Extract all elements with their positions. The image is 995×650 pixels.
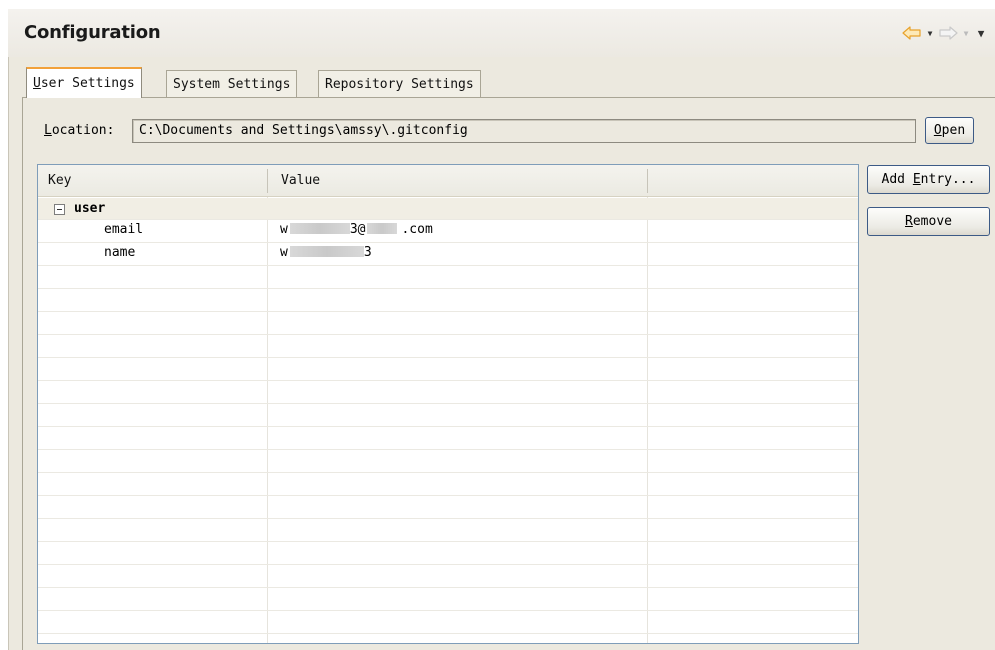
- location-field[interactable]: C:\Documents and Settings\amssy\.gitconf…: [132, 119, 916, 143]
- row-gridline: [38, 610, 858, 611]
- forward-dropdown-icon[interactable]: ▼: [961, 23, 971, 43]
- tab-system-settings[interactable]: System Settings: [166, 70, 298, 97]
- location-label: Location:: [44, 122, 114, 140]
- back-dropdown-icon[interactable]: ▼: [925, 23, 935, 43]
- table-row-group[interactable]: [38, 198, 858, 219]
- row-gridline: [38, 265, 858, 266]
- tab-repository-settings[interactable]: Repository Settings: [318, 70, 481, 97]
- group-key-user: user: [74, 201, 106, 216]
- row-gridline: [38, 242, 858, 243]
- entry-value-email[interactable]: w 3@ .com: [280, 220, 433, 240]
- collapse-icon[interactable]: [54, 204, 65, 215]
- remove-mnemonic: R: [905, 214, 913, 229]
- redacted-block: [289, 223, 350, 234]
- row-gridline: [38, 426, 858, 427]
- tab-label: ser Settings: [40, 76, 135, 91]
- value-mid: 3: [363, 245, 372, 260]
- row-gridline: [38, 495, 858, 496]
- column-header-value[interactable]: Value: [281, 165, 320, 197]
- open-label: pen: [941, 123, 966, 138]
- open-mnemonic: O: [933, 123, 942, 138]
- column-separator[interactable]: [267, 169, 268, 193]
- row-gridline: [38, 449, 858, 450]
- add-label-prefix: Add: [881, 172, 913, 187]
- entry-key-email[interactable]: email: [104, 220, 143, 240]
- row-gridline: [38, 633, 858, 634]
- location-label-text: ocation:: [51, 123, 115, 138]
- tab-mnemonic: U: [33, 76, 41, 91]
- entry-value-name[interactable]: w3: [280, 243, 372, 263]
- location-mnemonic: L: [44, 123, 52, 138]
- row-gridline: [38, 334, 858, 335]
- remove-label-rest: emove: [912, 214, 952, 229]
- tab-label: System Settings: [173, 77, 291, 92]
- navigation-toolbar: ▼ ▼ ▼: [901, 23, 989, 43]
- row-gridline: [38, 311, 858, 312]
- tab-label: Repository Settings: [325, 77, 474, 92]
- row-gridline: [38, 587, 858, 588]
- value-mid: 3@: [349, 222, 366, 237]
- row-gridline: [38, 380, 858, 381]
- add-entry-button[interactable]: Add Entry...: [867, 165, 990, 194]
- column-header-key[interactable]: Key: [48, 165, 71, 197]
- add-label-rest: ntry...: [920, 172, 976, 187]
- page-title: Configuration: [24, 22, 161, 43]
- open-button[interactable]: Open: [925, 117, 974, 144]
- row-gridline: [38, 219, 858, 220]
- row-gridline: [38, 403, 858, 404]
- add-mnemonic: E: [912, 172, 921, 187]
- remove-button[interactable]: Remove: [867, 207, 990, 236]
- table-header: Key Value: [38, 165, 858, 197]
- config-table[interactable]: Key Value user email w 3@ .com name w3: [37, 164, 859, 644]
- back-arrow-icon[interactable]: [901, 23, 923, 43]
- value-suffix: .com: [401, 222, 433, 237]
- row-gridline: [38, 541, 858, 542]
- row-gridline: [38, 518, 858, 519]
- forward-arrow-icon[interactable]: [937, 23, 959, 43]
- entry-key-name[interactable]: name: [104, 243, 135, 263]
- row-gridline: [38, 564, 858, 565]
- redacted-block: [289, 246, 364, 257]
- value-prefix: w: [280, 245, 288, 260]
- view-header: Configuration ▼ ▼ ▼: [8, 9, 995, 57]
- row-gridline: [38, 357, 858, 358]
- view-menu-icon[interactable]: ▼: [973, 23, 989, 43]
- configuration-page: Configuration ▼ ▼ ▼ User Settings System…: [0, 0, 995, 650]
- redacted-block: [367, 223, 398, 234]
- value-prefix: w: [280, 222, 288, 237]
- row-gridline: [38, 472, 858, 473]
- column-separator[interactable]: [647, 169, 648, 193]
- tab-user-settings[interactable]: User Settings: [26, 67, 142, 98]
- row-gridline: [38, 288, 858, 289]
